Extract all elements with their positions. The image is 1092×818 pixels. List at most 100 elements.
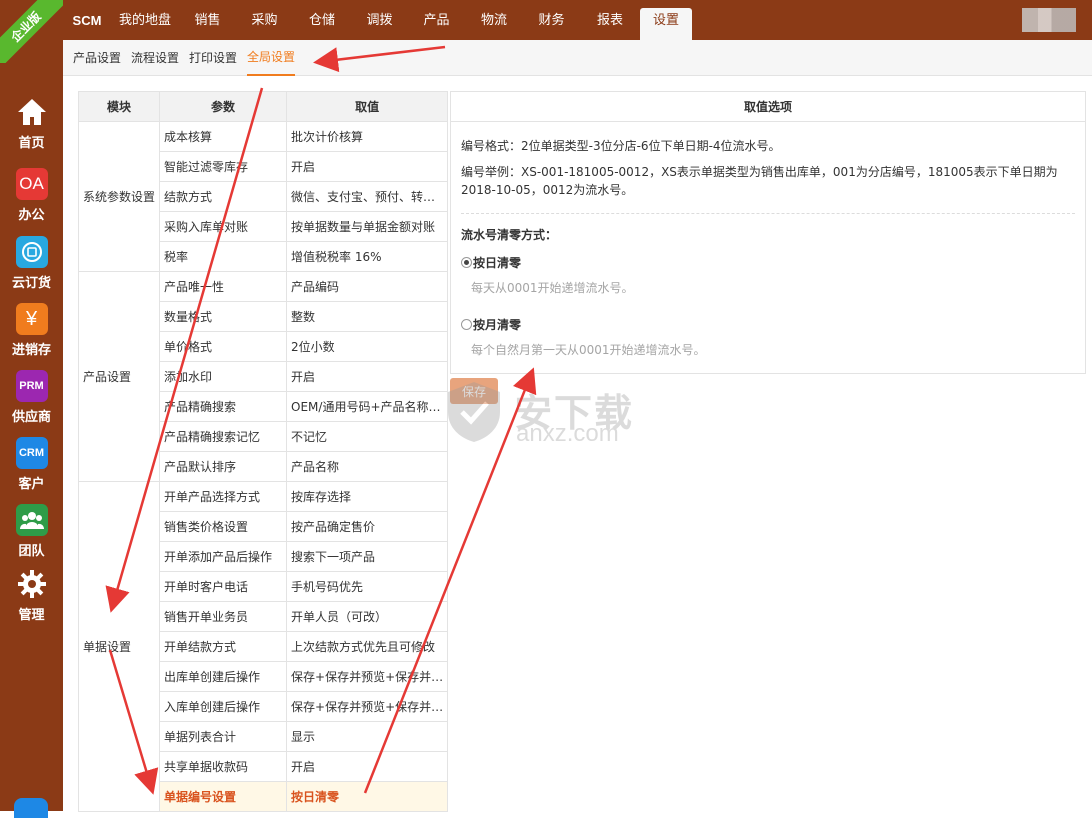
option-label[interactable]: 按月清零 bbox=[473, 316, 521, 333]
team-icon bbox=[15, 504, 48, 536]
value-cell: 保存+保存并预览+保存并… bbox=[286, 691, 449, 722]
parameter-cell: 产品精确搜索 bbox=[159, 391, 288, 422]
subtab-product-settings[interactable]: 产品设置 bbox=[73, 40, 121, 76]
radio-monthly-reset[interactable] bbox=[461, 319, 472, 330]
sidebar-item-label: 首页 bbox=[18, 136, 45, 151]
parameter-cell: 数量格式 bbox=[159, 301, 288, 332]
parameter-cell: 单据编号设置 bbox=[159, 781, 288, 812]
tab-logistics[interactable]: 物流 bbox=[465, 8, 523, 40]
sidebar-item-home[interactable]: 首页 bbox=[0, 96, 63, 151]
parameter-cell: 添加水印 bbox=[159, 361, 288, 392]
parameter-cell: 单价格式 bbox=[159, 331, 288, 362]
watermark-url: anxz.com bbox=[516, 420, 619, 447]
prm-icon: PRM bbox=[15, 370, 48, 402]
value-options-panel: 取值选项 编号格式：2位单据类型-3位分店-6位下单日期-4位流水号。 编号举例… bbox=[450, 91, 1086, 374]
subtab-global-settings[interactable]: 全局设置 bbox=[247, 40, 296, 76]
radio-checked-dot bbox=[464, 260, 469, 265]
table-row[interactable]: 单据设置 开单产品选择方式 按库存选择 bbox=[77, 481, 449, 812]
value-cell: 搜索下一项产品 bbox=[286, 541, 449, 572]
number-format-text: 编号格式：2位单据类型-3位分店-6位下单日期-4位流水号。 bbox=[461, 139, 781, 153]
top-nav-bar: SCM 我的地盘 销售 采购 仓储 调拨 产品 物流 财务 报表 设置 bbox=[63, 0, 1092, 40]
radio-daily-reset[interactable] bbox=[461, 257, 472, 268]
value-cell: 按产品确定售价 bbox=[286, 511, 449, 542]
sidebar-item-label: 云订货 bbox=[11, 276, 51, 291]
tab-transfer[interactable]: 调拨 bbox=[351, 8, 408, 40]
value-cell: 按日清零 bbox=[286, 781, 449, 812]
user-avatar[interactable] bbox=[1022, 8, 1076, 32]
value-cell: 开单人员（可改） bbox=[286, 601, 449, 632]
yen-icon: ¥ bbox=[15, 303, 48, 335]
option-daily-reset[interactable]: 按日清零 bbox=[461, 254, 1075, 271]
edition-badge-label: 企业版 bbox=[0, 0, 63, 63]
sidebar-item-inventory[interactable]: ¥ 进销存 bbox=[0, 303, 63, 358]
settings-subnav: 产品设置 流程设置 打印设置 全局设置 bbox=[63, 40, 1092, 76]
save-button[interactable]: 保存 bbox=[450, 378, 498, 404]
subtab-print-settings[interactable]: 打印设置 bbox=[189, 40, 237, 76]
parameter-cell: 共享单据收款码 bbox=[159, 751, 288, 782]
value-cell: 开启 bbox=[286, 751, 449, 782]
parameter-cell: 产品默认排序 bbox=[159, 451, 288, 482]
number-example-text: 编号举例：XS-001-181005-0012，XS表示单据类型为销售出库单，0… bbox=[461, 165, 1058, 197]
sidebar-item-customer[interactable]: CRM 客户 bbox=[0, 437, 63, 492]
parameter-cell: 销售开单业务员 bbox=[159, 601, 288, 632]
module-cell: 产品设置 bbox=[77, 271, 161, 482]
tab-warehouse[interactable]: 仓储 bbox=[293, 8, 351, 40]
top-nav: SCM 我的地盘 销售 采购 仓储 调拨 产品 物流 财务 报表 设置 bbox=[63, 8, 692, 40]
tab-sales[interactable]: 销售 bbox=[179, 8, 236, 40]
sidebar-item-office[interactable]: OA 办公 bbox=[0, 168, 63, 223]
sidebar-item-supplier[interactable]: PRM 供应商 bbox=[0, 370, 63, 425]
parameter-cell: 开单时客户电话 bbox=[159, 571, 288, 602]
value-cell: 批次计价核算 bbox=[286, 121, 449, 152]
tab-scm[interactable]: SCM bbox=[63, 8, 111, 40]
tab-reports[interactable]: 报表 bbox=[580, 8, 640, 40]
tab-settings[interactable]: 设置 bbox=[640, 8, 692, 40]
edition-badge: 企业版 bbox=[0, 0, 63, 63]
value-cell: 手机号码优先 bbox=[286, 571, 449, 602]
parameter-cell: 单据列表合计 bbox=[159, 721, 288, 752]
tab-purchase[interactable]: 采购 bbox=[236, 8, 293, 40]
parameter-cell: 结款方式 bbox=[159, 181, 288, 212]
sidebar-item-label: 客户 bbox=[18, 477, 45, 492]
oa-glyph: OA bbox=[19, 174, 44, 193]
profile-icon[interactable] bbox=[14, 798, 48, 818]
column-header-value: 取值 bbox=[286, 91, 449, 122]
value-cell: 开启 bbox=[286, 361, 449, 392]
crm-icon: CRM bbox=[15, 437, 48, 469]
value-cell: 整数 bbox=[286, 301, 449, 332]
table-header-row: 模块 参数 取值 bbox=[77, 91, 449, 122]
tab-finance[interactable]: 财务 bbox=[523, 8, 580, 40]
parameter-cell: 入库单创建后操作 bbox=[159, 691, 288, 722]
parameter-cell: 税率 bbox=[159, 241, 288, 272]
panel-title: 取值选项 bbox=[451, 92, 1085, 122]
subtab-workflow-settings[interactable]: 流程设置 bbox=[131, 40, 179, 76]
value-cell: 产品编码 bbox=[286, 271, 449, 302]
tab-my-space[interactable]: 我的地盘 bbox=[111, 8, 179, 40]
parameter-cell: 产品精确搜索记忆 bbox=[159, 421, 288, 452]
parameter-cell: 销售类价格设置 bbox=[159, 511, 288, 542]
column-header-module: 模块 bbox=[77, 91, 161, 122]
crm-glyph: CRM bbox=[18, 447, 45, 459]
sidebar-item-label: 管理 bbox=[18, 608, 45, 623]
divider bbox=[461, 213, 1075, 214]
parameter-cell: 采购入库单对账 bbox=[159, 211, 288, 242]
parameter-cell: 出库单创建后操作 bbox=[159, 661, 288, 692]
parameter-cell: 开单产品选择方式 bbox=[159, 481, 288, 512]
option-label[interactable]: 按日清零 bbox=[473, 254, 521, 271]
home-icon bbox=[16, 96, 48, 128]
value-cell: 按单据数量与单据金额对账 bbox=[286, 211, 449, 242]
sidebar-item-label: 团队 bbox=[18, 544, 45, 559]
table-row[interactable]: 产品设置 产品唯一性 产品编码 bbox=[77, 271, 449, 482]
value-cell: 产品名称 bbox=[286, 451, 449, 482]
sidebar-item-cloud-order[interactable]: 云订货 bbox=[0, 236, 63, 291]
value-cell: 不记忆 bbox=[286, 421, 449, 452]
value-cell: 保存+保存并预览+保存并… bbox=[286, 661, 449, 692]
tab-products[interactable]: 产品 bbox=[408, 8, 465, 40]
table-row[interactable]: 系统参数设置 成本核算 批次计价核算 bbox=[77, 121, 449, 272]
value-cell: 按库存选择 bbox=[286, 481, 449, 512]
sidebar-item-manage[interactable]: 管理 bbox=[0, 568, 63, 623]
parameter-cell: 智能过滤零库存 bbox=[159, 151, 288, 182]
module-cell: 单据设置 bbox=[77, 481, 161, 812]
column-header-parameter: 参数 bbox=[159, 91, 288, 122]
option-monthly-reset[interactable]: 按月清零 bbox=[461, 316, 1075, 333]
sidebar-item-team[interactable]: 团队 bbox=[0, 504, 63, 559]
